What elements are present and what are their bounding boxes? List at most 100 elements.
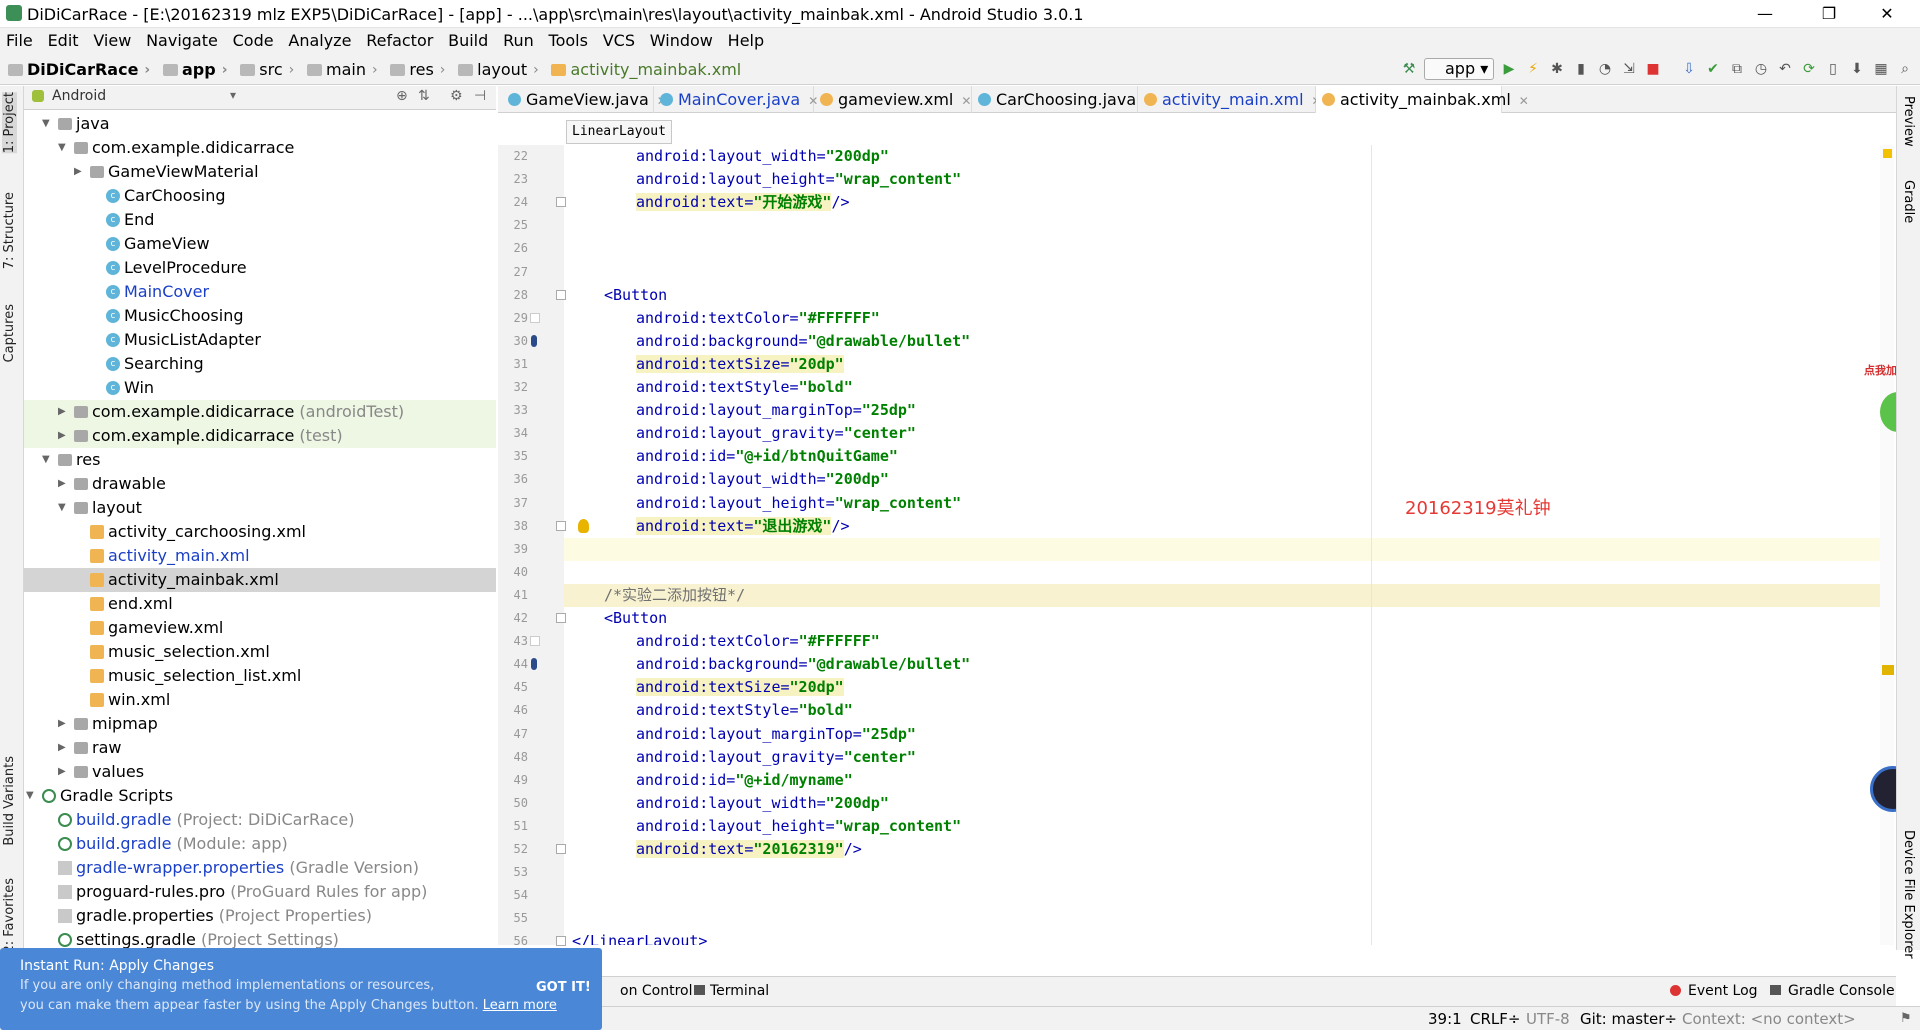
tab-preview[interactable]: Preview (1901, 96, 1916, 147)
caret-position[interactable]: 39:1 (1428, 1010, 1462, 1028)
code-line[interactable]: /*实验二添加按钮*/ (564, 583, 1894, 607)
tree-item[interactable]: c LevelProcedure (24, 256, 496, 280)
code-line[interactable] (564, 907, 1894, 930)
tree-item[interactable]: music_selection.xml (24, 640, 496, 664)
code-line[interactable]: android:textSize="20dp" (564, 353, 1894, 376)
gear-icon[interactable]: ⚙ (450, 88, 463, 104)
breadcrumb-file[interactable]: activity_mainbak.xml (551, 54, 741, 85)
avd-manager-icon[interactable]: ▯ (1824, 60, 1842, 78)
hide-panel-icon[interactable]: ⊣ (474, 88, 486, 104)
scroll-from-source-icon[interactable]: ⊕ (396, 88, 408, 104)
sdk-manager-icon[interactable]: ⬇ (1848, 60, 1866, 78)
got-it-button[interactable]: GOT IT! (536, 980, 591, 995)
collapse-all-icon[interactable]: ⇅ (418, 88, 430, 104)
tab-build-variants[interactable]: Build Variants (2, 756, 17, 846)
tree-item[interactable]: c End (24, 208, 496, 232)
tree-item[interactable]: c MusicChoosing (24, 304, 496, 328)
sync-gradle-icon[interactable]: ⟳ (1800, 60, 1818, 78)
debug-icon[interactable]: ✱ (1548, 60, 1566, 78)
tab-gradle-console[interactable]: Gradle Console (1788, 983, 1895, 999)
code-line[interactable]: android:layout_gravity="center" (564, 746, 1894, 769)
menu-code[interactable]: Code (233, 28, 274, 54)
editor-tab[interactable]: gameview.xml ✕ (814, 86, 972, 113)
tree-item[interactable]: c MainCover (24, 280, 496, 304)
chevron-right-icon[interactable]: ▶ (58, 424, 66, 448)
tree-item[interactable]: music_selection_list.xml (24, 664, 496, 688)
project-structure-icon[interactable]: ▦ (1872, 60, 1890, 78)
code-line[interactable]: android:layout_marginTop="25dp" (564, 723, 1894, 746)
tree-item[interactable]: gradle.properties (Project Properties) (24, 904, 496, 928)
tree-item[interactable]: build.gradle (Module: app) (24, 832, 496, 856)
close-button[interactable]: ✕ (1864, 0, 1910, 28)
menu-window[interactable]: Window (650, 28, 713, 54)
tab-event-log[interactable]: Event Log (1688, 983, 1758, 999)
tree-item[interactable]: activity_carchoosing.xml (24, 520, 496, 544)
code-line[interactable]: </LinearLayout> (564, 930, 1894, 945)
tab-favorites[interactable]: 2: Favorites (2, 878, 17, 954)
tab-gradle[interactable]: Gradle (1901, 180, 1916, 223)
chevron-down-icon[interactable]: ▼ (42, 112, 50, 136)
apply-changes-icon[interactable]: ⚡ (1524, 60, 1542, 78)
fold-marker-icon[interactable] (556, 613, 566, 623)
menu-view[interactable]: View (93, 28, 131, 54)
file-encoding[interactable]: UTF-8 (1526, 1010, 1570, 1028)
tree-item[interactable]: ▶ com.example.didicarrace (androidTest) (24, 400, 496, 424)
tab-captures[interactable]: Captures (2, 304, 17, 362)
coverage-icon[interactable]: ▮ (1572, 60, 1590, 78)
menu-navigate[interactable]: Navigate (146, 28, 218, 54)
run-icon[interactable]: ▶ (1500, 60, 1518, 78)
profile-icon[interactable]: ◔ (1596, 60, 1614, 78)
code-line[interactable]: <Button (564, 607, 1894, 630)
tab-version-control[interactable]: on Control (620, 983, 693, 999)
tree-item[interactable]: activity_mainbak.xml (24, 568, 496, 592)
tab-terminal[interactable]: Terminal (710, 983, 769, 999)
code-line[interactable]: android:layout_gravity="center" (564, 422, 1894, 445)
breadcrumb-layout[interactable]: layout › (458, 54, 539, 85)
code-line[interactable]: android:text="20162319"/> (564, 838, 1894, 861)
breadcrumb-res[interactable]: res › (390, 54, 445, 85)
code-line[interactable]: android:layout_height="wrap_content" (564, 168, 1894, 191)
tree-item[interactable]: build.gradle (Project: DiDiCarRace) (24, 808, 496, 832)
tree-item[interactable]: ▶ mipmap (24, 712, 496, 736)
vcs-commit-icon[interactable]: ✔ (1704, 60, 1722, 78)
chevron-down-icon[interactable]: ▼ (58, 136, 66, 160)
chevron-down-icon[interactable]: ▼ (26, 784, 34, 808)
code-line[interactable]: android:layout_width="200dp" (564, 468, 1894, 491)
close-icon[interactable]: ✕ (961, 94, 971, 108)
editor-tab[interactable]: activity_mainbak.xml ✕ (1316, 86, 1529, 113)
tree-item[interactable]: c Win (24, 376, 496, 400)
code-line[interactable]: android:textStyle="bold" (564, 376, 1894, 399)
code-line[interactable]: android:layout_height="wrap_content" (564, 492, 1894, 515)
tree-item[interactable]: settings.gradle (Project Settings) (24, 928, 496, 950)
tree-item[interactable]: ▶ raw (24, 736, 496, 760)
code-line[interactable]: android:background="@drawable/bullet" (564, 330, 1894, 353)
menu-build[interactable]: Build (448, 28, 488, 54)
xml-breadcrumb-hint[interactable]: LinearLayout (566, 120, 672, 144)
fold-marker-icon[interactable] (556, 197, 566, 208)
menu-analyze[interactable]: Analyze (288, 28, 351, 54)
menu-tools[interactable]: Tools (549, 28, 588, 54)
tree-item[interactable]: c Searching (24, 352, 496, 376)
menu-vcs[interactable]: VCS (603, 28, 635, 54)
tree-item[interactable]: ▼ com.example.didicarrace (24, 136, 496, 160)
tree-item[interactable]: ▼ res (24, 448, 496, 472)
tree-item[interactable]: ▶ drawable (24, 472, 496, 496)
chevron-right-icon[interactable]: ▶ (58, 760, 66, 784)
vcs-history-icon[interactable]: ◷ (1752, 60, 1770, 78)
tree-item[interactable]: ▶ com.example.didicarrace (test) (24, 424, 496, 448)
search-everywhere-icon[interactable]: ⌕ (1896, 60, 1914, 78)
attach-debugger-icon[interactable]: ⇲ (1620, 60, 1638, 78)
menu-help[interactable]: Help (728, 28, 764, 54)
drawable-icon[interactable] (531, 334, 537, 347)
code-line[interactable]: android:text="开始游戏"/> (564, 191, 1894, 214)
fold-marker-icon[interactable] (556, 936, 566, 947)
fold-marker-icon[interactable] (556, 520, 566, 531)
warning-marker[interactable] (1882, 665, 1894, 675)
code-editor[interactable]: android:layout_width="200dp" android:layo… (564, 145, 1894, 945)
editor-tab[interactable]: GameView.java✕ (502, 86, 667, 113)
vcs-compare-icon[interactable]: ⧉ (1728, 60, 1746, 78)
code-line[interactable] (564, 214, 1894, 237)
tree-item[interactable]: ▼ Gradle Scripts (24, 784, 496, 808)
context-indicator[interactable]: Context: <no context> (1682, 1010, 1856, 1028)
line-separator[interactable]: CRLF÷ (1470, 1010, 1520, 1028)
